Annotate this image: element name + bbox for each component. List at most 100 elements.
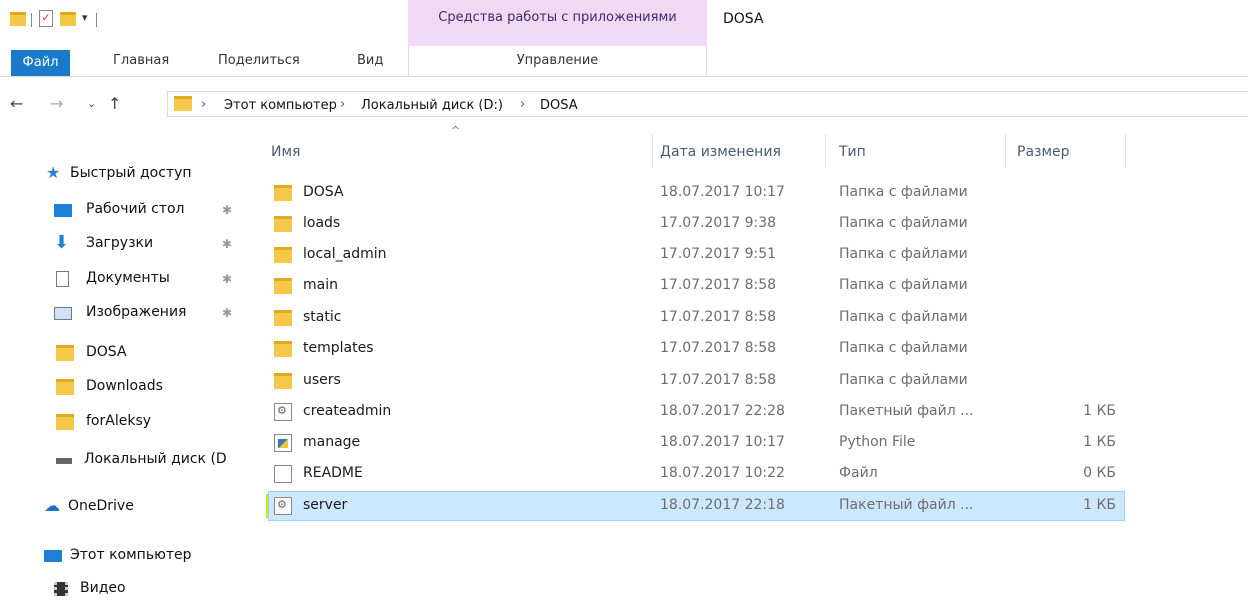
column-header-name[interactable]: Имя xyxy=(271,144,300,160)
file-name: createadmin xyxy=(303,403,392,419)
column-header-date[interactable]: Дата изменения xyxy=(660,144,781,160)
file-date: 18.07.2017 22:28 xyxy=(660,403,785,419)
breadcrumb-this-pc[interactable]: Этот компьютер xyxy=(224,98,337,113)
table-row[interactable]: README 18.07.2017 10:22 Файл 0 КБ xyxy=(268,459,1125,489)
table-row[interactable]: templates 17.07.2017 8:58 Папка с файлам… xyxy=(268,334,1125,364)
file-size: 1 КБ xyxy=(1083,497,1116,513)
documents-icon xyxy=(56,271,69,287)
computer-icon xyxy=(44,550,62,562)
pin-icon[interactable]: ✱ xyxy=(222,237,232,251)
batch-file-icon xyxy=(274,497,292,515)
chevron-right-icon[interactable]: › xyxy=(201,97,206,112)
batch-file-icon xyxy=(274,403,292,421)
ribbon-tabs: Файл Главная Поделиться Вид Управление xyxy=(0,46,1248,77)
separator xyxy=(31,13,32,27)
folder-icon xyxy=(56,345,74,361)
file-name: README xyxy=(303,465,363,481)
pin-icon[interactable]: ✱ xyxy=(222,272,232,286)
download-arrow-icon: ⬇ xyxy=(54,232,70,253)
folder-icon[interactable] xyxy=(10,12,26,26)
file-name: static xyxy=(303,309,342,325)
pin-icon[interactable]: ✱ xyxy=(222,306,232,320)
table-row[interactable]: manage 18.07.2017 10:17 Python File 1 КБ xyxy=(268,428,1125,458)
file-type: Пакетный файл ... xyxy=(839,497,974,513)
file-date: 17.07.2017 8:58 xyxy=(660,340,777,356)
folder-icon xyxy=(274,310,292,326)
python-file-icon xyxy=(274,434,292,452)
file-type: Папка с файлами xyxy=(839,309,968,325)
folder-icon xyxy=(274,278,292,294)
table-row[interactable]: DOSA 18.07.2017 10:17 Папка с файлами xyxy=(268,178,1125,208)
breadcrumb-local-disk[interactable]: Локальный диск (D:) xyxy=(361,98,503,113)
video-icon xyxy=(54,582,68,596)
file-type: Папка с файлами xyxy=(839,215,968,231)
table-row[interactable]: static 17.07.2017 8:58 Папка с файлами xyxy=(268,303,1125,333)
back-arrow-icon[interactable]: ← xyxy=(10,94,23,113)
new-folder-icon[interactable] xyxy=(60,12,76,26)
chevron-right-icon[interactable]: › xyxy=(340,97,345,112)
customize-toolbar-icon[interactable]: ▾ xyxy=(82,11,88,29)
file-date: 18.07.2017 10:17 xyxy=(660,184,785,200)
file-type: Папка с файлами xyxy=(839,277,968,293)
pin-icon[interactable]: ✱ xyxy=(222,203,232,217)
address-bar-row: ← → ⌄ ↑ › Этот компьютер › Локальный дис… xyxy=(0,86,1248,122)
nav-local-disk[interactable]: Локальный диск (D xyxy=(54,444,230,474)
file-type: Папка с файлами xyxy=(839,340,968,356)
tab-file[interactable]: Файл xyxy=(11,50,70,76)
properties-icon[interactable]: ✓ xyxy=(39,10,53,27)
window-title: DOSA xyxy=(723,11,764,27)
file-name: DOSA xyxy=(303,184,344,200)
file-type: Папка с файлами xyxy=(839,372,968,388)
pictures-icon xyxy=(54,307,72,320)
file-date: 18.07.2017 10:17 xyxy=(660,434,785,450)
column-divider[interactable] xyxy=(825,134,826,168)
tab-view[interactable]: Вид xyxy=(357,46,383,76)
table-row[interactable]: loads 17.07.2017 9:38 Папка с файлами xyxy=(268,209,1125,239)
folder-icon xyxy=(274,216,292,232)
column-divider[interactable] xyxy=(1005,134,1006,168)
chevron-right-icon[interactable]: › xyxy=(520,97,525,112)
recent-locations-chevron-icon[interactable]: ⌄ xyxy=(87,97,96,110)
file-icon xyxy=(274,465,292,483)
tab-home[interactable]: Главная xyxy=(113,46,169,76)
file-name: local_admin xyxy=(303,246,387,262)
forward-arrow-icon[interactable]: → xyxy=(50,94,63,113)
file-name: main xyxy=(303,277,338,293)
column-divider[interactable] xyxy=(1125,134,1126,168)
file-type: Python File xyxy=(839,434,916,450)
column-header-size[interactable]: Размер xyxy=(1017,144,1070,160)
file-name: templates xyxy=(303,340,374,356)
file-size: 1 КБ xyxy=(1083,403,1116,419)
file-date: 18.07.2017 10:22 xyxy=(660,465,785,481)
address-box[interactable]: › Этот компьютер › Локальный диск (D:) ›… xyxy=(167,91,1248,117)
folder-icon xyxy=(56,414,74,430)
separator xyxy=(96,13,97,27)
table-row[interactable]: createadmin 18.07.2017 22:28 Пакетный фа… xyxy=(268,397,1125,427)
file-size: 1 КБ xyxy=(1083,434,1116,450)
table-row[interactable]: local_admin 17.07.2017 9:51 Папка с файл… xyxy=(268,240,1125,270)
folder-icon xyxy=(174,96,192,111)
table-row-selected[interactable]: server 18.07.2017 22:18 Пакетный файл ..… xyxy=(268,491,1125,521)
star-icon: ★ xyxy=(46,163,61,182)
tab-manage[interactable]: Управление xyxy=(408,46,707,76)
folder-icon xyxy=(274,247,292,263)
column-divider[interactable] xyxy=(652,134,653,168)
file-type: Файл xyxy=(839,465,878,481)
up-arrow-icon[interactable]: ↑ xyxy=(108,94,121,113)
folder-icon xyxy=(274,185,292,201)
tab-share[interactable]: Поделиться xyxy=(218,46,300,76)
file-name: users xyxy=(303,372,341,388)
file-type: Пакетный файл ... xyxy=(839,403,974,419)
cloud-icon: ☁ xyxy=(44,496,60,515)
breadcrumb-dosa[interactable]: DOSA xyxy=(540,98,578,113)
sort-ascending-icon[interactable]: ^ xyxy=(451,124,460,137)
column-header-type[interactable]: Тип xyxy=(839,144,866,160)
file-size: 0 КБ xyxy=(1083,465,1116,481)
file-date: 17.07.2017 8:58 xyxy=(660,277,777,293)
desktop-icon xyxy=(54,204,72,217)
table-row[interactable]: users 17.07.2017 8:58 Папка с файлами xyxy=(268,366,1125,396)
file-type: Папка с файлами xyxy=(839,246,968,262)
file-type: Папка с файлами xyxy=(839,184,968,200)
folder-icon xyxy=(274,373,292,389)
table-row[interactable]: main 17.07.2017 8:58 Папка с файлами xyxy=(268,271,1125,301)
